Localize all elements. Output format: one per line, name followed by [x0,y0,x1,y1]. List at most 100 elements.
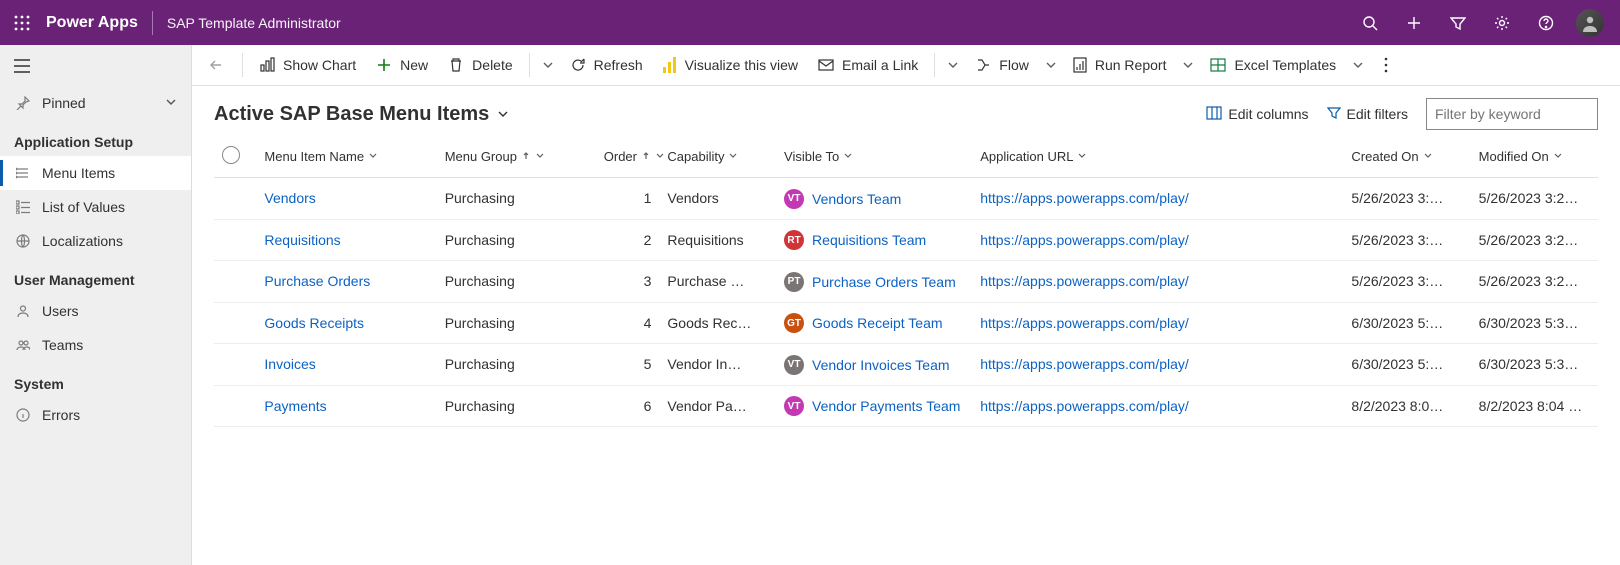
chevron-down-icon [535,151,545,161]
col-menu-item-name[interactable]: Menu Item Name [256,140,436,178]
cmd-flow-chevron[interactable] [1039,45,1063,85]
cell-url[interactable]: https://apps.powerapps.com/play/ [972,178,1343,220]
row-select[interactable] [214,219,256,261]
row-select[interactable] [214,344,256,386]
table-row[interactable]: Purchase OrdersPurchasing3Purchase …PTPu… [214,261,1598,303]
sidebar-section-app-setup: Application Setup [0,120,191,156]
cell-visible-to[interactable]: RTRequisitions Team [776,219,972,261]
sort-asc-icon [521,151,531,161]
col-created-on[interactable]: Created On [1343,140,1470,178]
cmd-visualize[interactable]: Visualize this view [653,45,808,85]
sidebar-item-errors[interactable]: Errors [0,398,191,432]
cmd-delete-chevron[interactable] [536,45,560,85]
command-bar: Show Chart New Delete Refresh Visualize … [192,45,1620,86]
product-name[interactable]: Power Apps [46,14,138,32]
table-row[interactable]: InvoicesPurchasing5Vendor In…VTVendor In… [214,344,1598,386]
cell-visible-to[interactable]: PTPurchase Orders Team [776,261,972,303]
cmd-excel-chevron[interactable] [1346,45,1370,85]
table-row[interactable]: VendorsPurchasing1VendorsVTVendors Teamh… [214,178,1598,220]
cell-modified: 6/30/2023 5:3… [1471,302,1598,344]
sidebar-item-teams[interactable]: Teams [0,328,191,362]
table-row[interactable]: Goods ReceiptsPurchasing4Goods Rec…GTGoo… [214,302,1598,344]
sidebar-pinned-label: Pinned [42,95,86,111]
globe-icon [14,232,32,250]
sidebar-item-users[interactable]: Users [0,294,191,328]
cell-visible-to[interactable]: VTVendor Payments Team [776,385,972,427]
table-row[interactable]: PaymentsPurchasing6Vendor Pa…VTVendor Pa… [214,385,1598,427]
cell-url[interactable]: https://apps.powerapps.com/play/ [972,302,1343,344]
col-select-all[interactable] [214,140,256,178]
cmd-excel-templates[interactable]: Excel Templates [1200,45,1346,85]
settings-gear-icon[interactable] [1480,0,1524,45]
filter-keyword-input[interactable] [1426,98,1598,130]
row-select[interactable] [214,261,256,303]
cmd-report-chevron[interactable] [1176,45,1200,85]
cell-visible-to[interactable]: VTVendors Team [776,178,972,220]
cell-url[interactable]: https://apps.powerapps.com/play/ [972,219,1343,261]
select-all-checkbox[interactable] [222,146,240,164]
sidebar-item-list-of-values[interactable]: List of Values [0,190,191,224]
add-icon[interactable] [1392,0,1436,45]
cell-visible-to[interactable]: GTGoods Receipt Team [776,302,972,344]
cmd-email-link[interactable]: Email a Link [808,45,928,85]
row-select[interactable] [214,178,256,220]
refresh-icon [570,57,586,73]
row-select[interactable] [214,302,256,344]
sidebar-pinned[interactable]: Pinned [0,86,191,120]
cell-name[interactable]: Invoices [256,344,436,386]
cmd-overflow-icon[interactable] [1370,45,1402,85]
sidebar-item-localizations[interactable]: Localizations [0,224,191,258]
cell-url[interactable]: https://apps.powerapps.com/play/ [972,344,1343,386]
col-app-url[interactable]: Application URL [972,140,1343,178]
team-badge: VT [784,355,804,375]
cmd-run-report[interactable]: Run Report [1063,45,1177,85]
cell-name[interactable]: Purchase Orders [256,261,436,303]
cmd-flow[interactable]: Flow [965,45,1039,85]
table-row[interactable]: RequisitionsPurchasing2RequisitionsRTReq… [214,219,1598,261]
chevron-down-icon [1077,151,1087,161]
filter-icon[interactable] [1436,0,1480,45]
search-icon[interactable] [1348,0,1392,45]
cmd-refresh[interactable]: Refresh [560,45,653,85]
cmd-email-chevron[interactable] [941,45,965,85]
cell-visible-to[interactable]: VTVendor Invoices Team [776,344,972,386]
sidebar-toggle-icon[interactable] [0,51,191,86]
cell-name[interactable]: Goods Receipts [256,302,436,344]
col-order[interactable]: Order [596,140,660,178]
col-capability[interactable]: Capability [659,140,776,178]
cell-url[interactable]: https://apps.powerapps.com/play/ [972,261,1343,303]
top-header: Power Apps SAP Template Administrator [0,0,1620,45]
app-launcher-icon[interactable] [8,9,36,37]
col-menu-group[interactable]: Menu Group [437,140,596,178]
chevron-down-icon [843,151,853,161]
cell-capability: Vendor Pa… [659,385,776,427]
edit-columns-button[interactable]: Edit columns [1206,106,1308,123]
cmd-new[interactable]: New [366,45,438,85]
list-icon [14,164,32,182]
cell-created: 5/26/2023 3:… [1343,219,1470,261]
cell-created: 6/30/2023 5:… [1343,344,1470,386]
cell-group: Purchasing [437,261,596,303]
col-modified-on[interactable]: Modified On [1471,140,1598,178]
cmd-show-chart[interactable]: Show Chart [249,45,366,85]
cell-modified: 5/26/2023 3:2… [1471,178,1598,220]
cell-created: 8/2/2023 8:0… [1343,385,1470,427]
view-title[interactable]: Active SAP Base Menu Items [214,103,509,126]
chevron-down-icon [1423,151,1433,161]
user-avatar[interactable] [1576,9,1604,37]
help-icon[interactable] [1524,0,1568,45]
cell-name[interactable]: Payments [256,385,436,427]
cell-capability: Vendors [659,178,776,220]
info-icon [14,406,32,424]
cell-name[interactable]: Vendors [256,178,436,220]
row-select[interactable] [214,385,256,427]
chart-icon [259,57,275,73]
edit-filters-button[interactable]: Edit filters [1327,106,1408,123]
sidebar-item-label: Menu Items [42,165,115,181]
cell-url[interactable]: https://apps.powerapps.com/play/ [972,385,1343,427]
sidebar-item-menu-items[interactable]: Menu Items [0,156,191,190]
back-icon[interactable] [200,49,232,81]
cmd-delete[interactable]: Delete [438,45,522,85]
cell-name[interactable]: Requisitions [256,219,436,261]
col-visible-to[interactable]: Visible To [776,140,972,178]
